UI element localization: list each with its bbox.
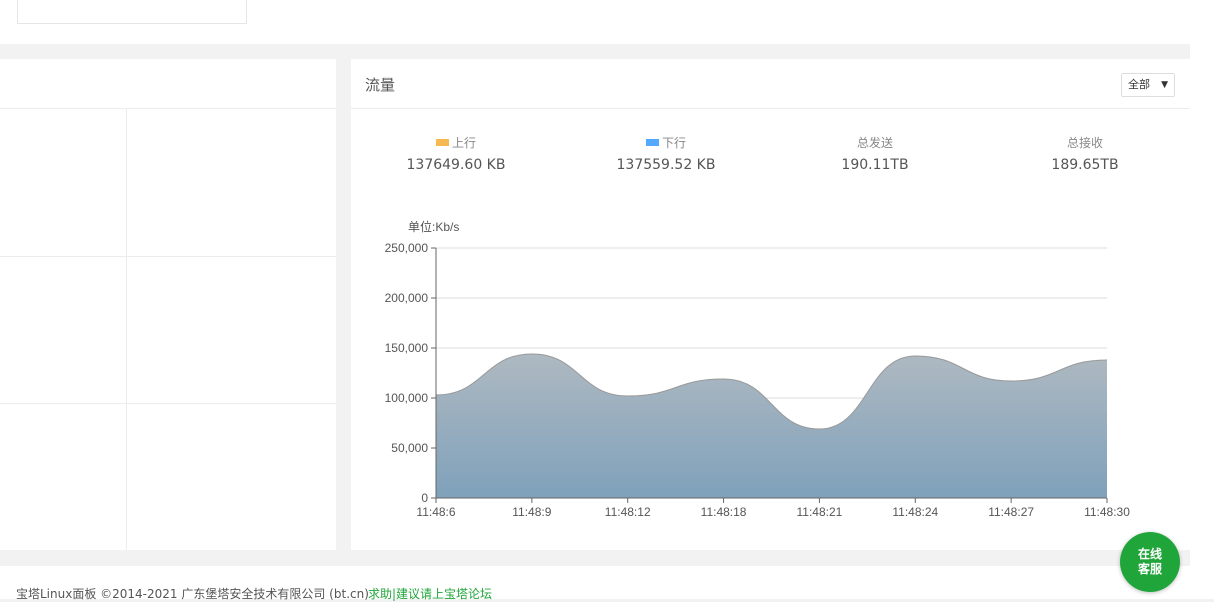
left-panel-header-divider: [0, 108, 336, 109]
left-panel-row-divider: [0, 403, 336, 404]
chart-x-tick-label: 11:48:30: [1084, 505, 1130, 519]
chart-y-tick-label: 0: [421, 491, 428, 505]
forum-link[interactable]: 求助|建议请上宝塔论坛: [368, 585, 492, 602]
chart-y-tick-label: 200,000: [385, 291, 429, 305]
chart-y-tick-label: 100,000: [385, 391, 429, 405]
chart-x-tick-label: 11:48:12: [605, 505, 651, 519]
chart-y-tick-label: 150,000: [385, 341, 429, 355]
online-support-button[interactable]: 在线 客服: [1120, 532, 1180, 592]
left-panel: [0, 59, 336, 550]
chart-area-fill: [436, 354, 1107, 498]
chart-x-tick-label: 11:48:21: [797, 505, 843, 519]
left-panel-column-divider: [126, 109, 127, 550]
chart-y-tick-label: 50,000: [391, 441, 428, 455]
chart-x-tick-label: 11:48:24: [892, 505, 938, 519]
top-card: [0, 0, 1190, 44]
traffic-panel: 流量 全部 ▼ 上行 137649.60 KB 下行 137559.52 KB …: [351, 59, 1190, 550]
chart-x-tick-label: 11:48:18: [701, 505, 747, 519]
top-input-box[interactable]: [17, 0, 247, 24]
traffic-chart: 单位:Kb/s 0 50,000 100,000 150,000 200,000 250,…: [385, 219, 1131, 519]
chart-x-tick-label: 11:48:6: [416, 505, 455, 519]
chart-x-tick-label: 11:48:9: [512, 505, 551, 519]
footer: 宝塔Linux面板 ©2014-2021 广东堡塔安全技术有限公司 (bt.cn…: [0, 566, 1214, 602]
footer-copyright: 宝塔Linux面板 ©2014-2021 广东堡塔安全技术有限公司 (bt.cn…: [16, 587, 369, 601]
support-line2: 客服: [1137, 562, 1162, 576]
page-scrollbar[interactable]: [1190, 0, 1214, 566]
chart-x-tick-label: 11:48:27: [988, 505, 1034, 519]
chart-y-tick-label: 250,000: [385, 241, 429, 255]
left-panel-row-divider: [0, 256, 336, 257]
support-line1: 在线: [1137, 547, 1162, 561]
chart-unit-label: 单位:Kb/s: [408, 219, 459, 234]
